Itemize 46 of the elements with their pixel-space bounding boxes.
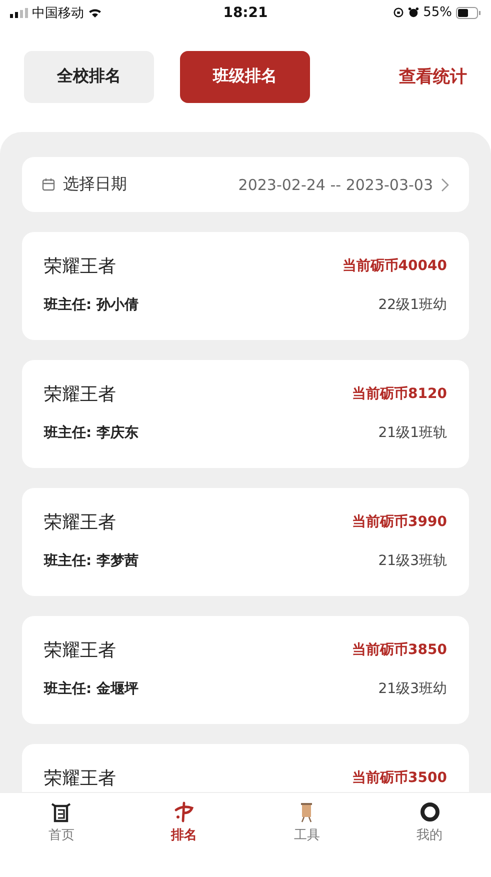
head-teacher: 班主任: 孙小倩 — [44, 296, 138, 314]
rank-title: 荣耀王者 — [44, 255, 116, 278]
coin-balance: 当前砺币3500 — [352, 769, 447, 787]
clock-time: 18:21 — [223, 4, 268, 20]
class-name: 22级1班幼 — [378, 296, 447, 314]
class-card[interactable]: 荣耀王者 当前砺币3990 班主任: 李梦茜 21级3班轨 — [22, 488, 469, 596]
coin-balance: 当前砺币3990 — [352, 513, 447, 531]
nav-tab[interactable]: 排名 — [149, 801, 220, 847]
wifi-icon — [88, 8, 102, 18]
date-picker-row[interactable]: 选择日期 2023-02-24 -- 2023-03-03 — [22, 157, 469, 212]
signal-icon — [10, 8, 28, 18]
class-card[interactable]: 荣耀王者 当前砺币8120 班主任: 李庆东 21级1班轨 — [22, 360, 469, 468]
ink-circle-icon — [418, 801, 441, 823]
class-name: 21级1班轨 — [378, 424, 447, 442]
class-name: 21级3班幼 — [378, 680, 447, 698]
head-teacher: 班主任: 金堰坪 — [44, 680, 138, 698]
coin-balance: 当前砺币40040 — [342, 257, 447, 275]
date-label: 选择日期 — [63, 174, 127, 195]
brush-stroke-icon — [173, 801, 196, 823]
rotation-lock-icon — [393, 7, 404, 18]
date-range: 2023-02-24 -- 2023-03-03 — [238, 176, 433, 194]
rank-title: 荣耀王者 — [44, 383, 116, 406]
head-teacher: 班主任: 李庆东 — [44, 424, 138, 442]
class-card[interactable]: 荣耀王者 当前砺币40040 班主任: 孙小倩 22级1班幼 — [22, 232, 469, 340]
ranking-tab[interactable]: 全校排名 — [24, 50, 154, 102]
coin-balance: 当前砺币8120 — [352, 385, 447, 403]
class-name: 21级3班轨 — [378, 552, 447, 570]
head-teacher: 班主任: 李梦茜 — [44, 552, 138, 570]
carrier-name: 中国移动 — [32, 4, 84, 22]
gate-icon — [50, 801, 72, 823]
class-card[interactable]: 荣耀王者 当前砺币3850 班主任: 金堰坪 21级3班幼 — [22, 616, 469, 724]
rank-title: 荣耀王者 — [44, 511, 116, 534]
nav-tab[interactable]: 首页 — [26, 801, 96, 847]
ranking-tab[interactable]: 班级排名 — [180, 50, 310, 102]
class-card[interactable]: 荣耀王者 当前砺币3500 — [22, 744, 469, 792]
battery-percent: 55% — [423, 5, 452, 20]
nav-tab[interactable]: 我的 — [394, 801, 465, 847]
chevron-right-icon — [441, 178, 449, 192]
rank-title: 荣耀王者 — [44, 639, 116, 662]
battery-icon — [456, 6, 481, 18]
nav-tab[interactable]: 工具 — [272, 801, 342, 847]
coin-balance: 当前砺币3850 — [352, 641, 447, 659]
rank-title: 荣耀王者 — [44, 767, 116, 790]
view-stats-link[interactable]: 查看统计 — [399, 65, 467, 88]
alarm-icon — [408, 7, 420, 18]
calendar-icon — [42, 178, 55, 191]
